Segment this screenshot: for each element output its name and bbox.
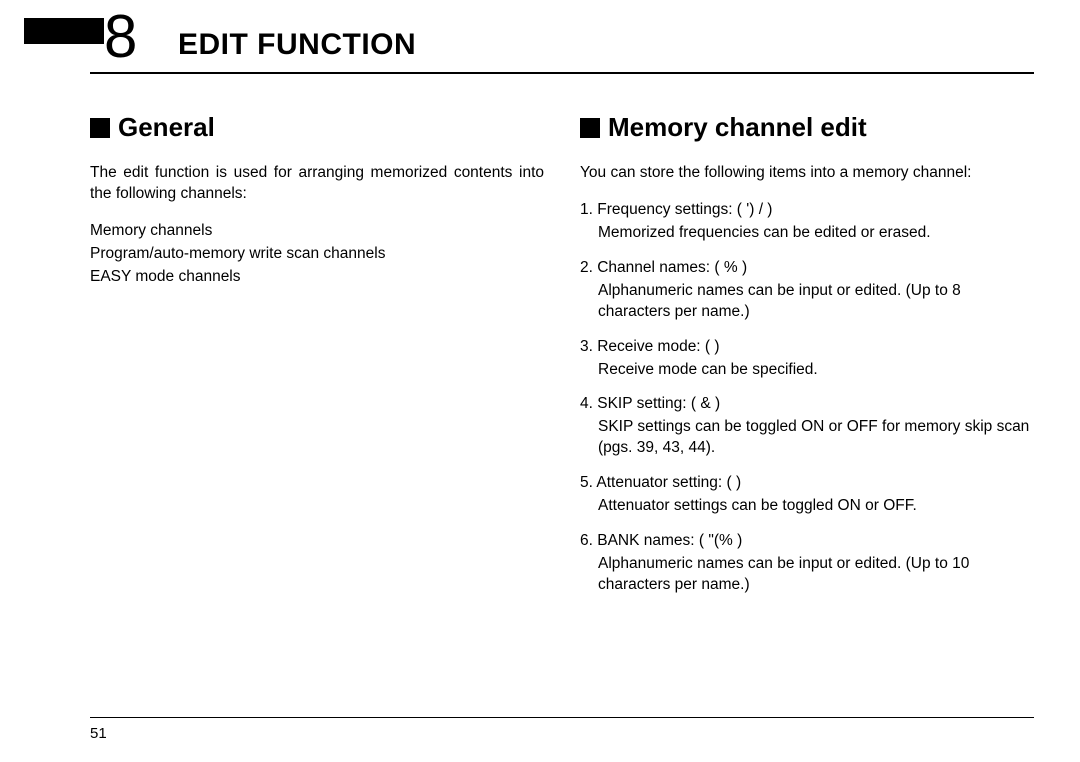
item-head: 2. Channel names: ( % ) (580, 258, 1034, 279)
list-item: Program/auto-memory write scan channels (90, 244, 544, 265)
square-bullet-icon (580, 118, 600, 138)
content-columns: General The edit function is used for ar… (90, 110, 1034, 702)
chapter-tab (24, 18, 104, 44)
item-body: Receive mode can be specified. (580, 360, 1034, 381)
item-body: Alphanumeric names can be input or edite… (580, 281, 1034, 323)
header-rule (90, 72, 1034, 74)
memory-item: 4. SKIP setting: ( & ) SKIP settings can… (580, 394, 1034, 459)
list-item: Memory channels (90, 221, 544, 242)
memory-item: 6. BANK names: ( "(% ) Alphanumeric name… (580, 531, 1034, 596)
chapter-title: EDIT FUNCTION (178, 28, 416, 62)
item-head: 1. Frequency settings: ( ') / ) (580, 200, 1034, 221)
memory-item: 5. Attenuator setting: ( ) Attenuator se… (580, 473, 1034, 517)
item-body: Alphanumeric names can be input or edite… (580, 554, 1034, 596)
section-title: General (118, 110, 215, 145)
right-column: Memory channel edit You can store the fo… (580, 110, 1034, 702)
general-list: Memory channels Program/auto-memory writ… (90, 221, 544, 288)
item-head: 5. Attenuator setting: ( ) (580, 473, 1034, 494)
memory-intro: You can store the following items into a… (580, 163, 1034, 184)
memory-item: 1. Frequency settings: ( ') / ) Memorize… (580, 200, 1034, 244)
chapter-number: 8 (104, 2, 135, 71)
left-column: General The edit function is used for ar… (90, 110, 544, 702)
section-heading-memory: Memory channel edit (580, 110, 1034, 145)
section-heading-general: General (90, 110, 544, 145)
square-bullet-icon (90, 118, 110, 138)
footer-rule (90, 717, 1034, 718)
page-number: 51 (90, 725, 107, 742)
item-body: Memorized frequencies can be edited or e… (580, 223, 1034, 244)
section-title: Memory channel edit (608, 110, 867, 145)
general-intro: The edit function is used for arranging … (90, 163, 544, 205)
item-body: Attenuator settings can be toggled ON or… (580, 496, 1034, 517)
manual-page: 8 EDIT FUNCTION General The edit functio… (0, 0, 1080, 762)
item-head: 6. BANK names: ( "(% ) (580, 531, 1034, 552)
memory-item: 2. Channel names: ( % ) Alphanumeric nam… (580, 258, 1034, 323)
item-head: 3. Receive mode: ( ) (580, 337, 1034, 358)
item-body: SKIP settings can be toggled ON or OFF f… (580, 417, 1034, 459)
list-item: EASY mode channels (90, 267, 544, 288)
memory-item: 3. Receive mode: ( ) Receive mode can be… (580, 337, 1034, 381)
item-head: 4. SKIP setting: ( & ) (580, 394, 1034, 415)
